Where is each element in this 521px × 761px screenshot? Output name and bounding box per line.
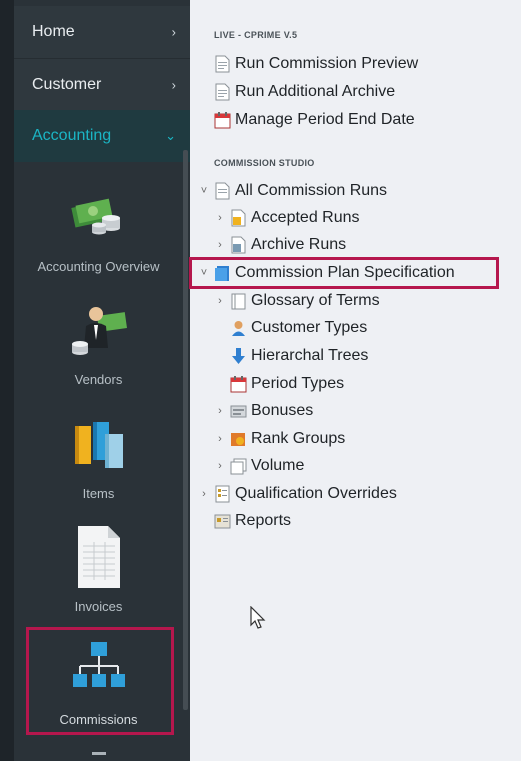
nav-customer[interactable]: Customer ›	[14, 58, 190, 110]
chevron-right-icon[interactable]: ›	[214, 405, 226, 417]
sidebar-item-label: Vendors	[74, 372, 123, 387]
sidebar-item-label: Accounting Overview	[37, 259, 160, 274]
book-icon	[230, 292, 247, 310]
chevron-down-icon: ⌄	[165, 128, 176, 143]
chevron-right-icon[interactable]: ›	[214, 239, 226, 251]
sidebar-item-vendors[interactable]: Vendors	[14, 300, 183, 395]
chevron-right-icon: ›	[171, 77, 176, 92]
studio-section-title: COMMISSION STUDIO	[214, 158, 315, 168]
document-icon	[214, 83, 231, 101]
tree-volume[interactable]: › Volume	[214, 454, 304, 478]
mouse-cursor-icon	[250, 605, 266, 635]
document-icon	[214, 182, 231, 200]
tree-bonuses[interactable]: › Bonuses	[214, 399, 313, 423]
tree-archive-runs[interactable]: › Archive Runs	[214, 233, 346, 257]
down-arrow-icon	[230, 347, 247, 365]
money-stack-icon	[69, 190, 129, 240]
chevron-right-icon: ›	[171, 24, 176, 40]
tree-label: Qualification Overrides	[235, 485, 397, 502]
document-icon	[230, 236, 247, 254]
tree-qualification-overrides[interactable]: › Qualification Overrides	[198, 482, 397, 506]
tree-label: Glossary of Terms	[251, 292, 380, 309]
calendar-icon	[230, 375, 247, 393]
menu-label: Manage Period End Date	[235, 111, 415, 128]
chevron-right-icon[interactable]: ›	[214, 212, 226, 224]
tree-rank-groups[interactable]: › Rank Groups	[214, 427, 345, 451]
person-icon	[230, 319, 247, 337]
tree-label: All Commission Runs	[235, 182, 388, 199]
chevron-right-icon[interactable]: ›	[214, 433, 226, 445]
nav-accounting-label: Accounting	[32, 127, 112, 144]
chevron-down-icon[interactable]: ˅	[198, 185, 210, 197]
sidebar-item-label: Invoices	[74, 599, 123, 614]
menu-label: Run Additional Archive	[235, 83, 396, 100]
tree-reports[interactable]: Reports	[214, 509, 291, 533]
tree-customer-types[interactable]: Customer Types	[230, 316, 367, 340]
tree-glossary-of-terms[interactable]: › Glossary of Terms	[214, 289, 380, 313]
menu-run-additional-archive[interactable]: Run Additional Archive	[214, 80, 395, 104]
nav-customer-label: Customer	[32, 75, 102, 93]
document-icon	[230, 209, 247, 227]
tree-all-commission-runs[interactable]: ˅ All Commission Runs	[198, 179, 387, 203]
calendar-icon	[214, 111, 231, 129]
nav-accounting[interactable]: Accounting ⌄	[14, 110, 190, 162]
tree-label: Customer Types	[251, 319, 368, 336]
sidebar-item-label: Items	[82, 486, 115, 501]
tree-label: Bonuses	[251, 402, 314, 419]
tree-label: Accepted Runs	[251, 209, 360, 226]
menu-manage-period-end-date[interactable]: Manage Period End Date	[214, 108, 415, 132]
document-icon	[214, 55, 231, 73]
vendor-person-icon	[68, 300, 130, 362]
tree-accepted-runs[interactable]: › Accepted Runs	[214, 206, 360, 230]
sidebar-item-accounting-overview[interactable]: Accounting Overview	[14, 185, 183, 285]
tree-label: Volume	[251, 457, 305, 474]
menu-run-commission-preview[interactable]: Run Commission Preview	[214, 52, 418, 76]
commissions-highlight-box	[26, 627, 174, 735]
tree-hierarchal-trees[interactable]: Hierarchal Trees	[230, 344, 368, 368]
menu-label: Run Commission Preview	[235, 55, 419, 72]
bonus-icon	[230, 402, 247, 420]
invoice-document-icon	[74, 524, 124, 590]
checklist-icon	[214, 485, 231, 503]
chevron-right-icon[interactable]: ›	[214, 460, 226, 472]
items-boxes-icon	[69, 414, 129, 474]
tree-label: Reports	[235, 512, 292, 529]
tree-label: Rank Groups	[251, 430, 346, 447]
tree-period-types[interactable]: Period Types	[230, 372, 344, 396]
tree-label: Archive Runs	[251, 236, 347, 253]
nav-home-label: Home	[32, 23, 75, 40]
sidebar-scrollbar[interactable]	[183, 150, 188, 710]
tree-label: Period Types	[251, 375, 345, 392]
sidebar-edge	[0, 0, 14, 761]
sidebar-item-invoices[interactable]: Invoices	[14, 520, 183, 620]
more-items-icon	[92, 752, 106, 755]
volume-icon	[230, 457, 247, 475]
reports-icon	[214, 512, 231, 530]
sidebar-item-items[interactable]: Items	[14, 408, 183, 508]
tree-label: Hierarchal Trees	[251, 347, 369, 364]
chevron-right-icon[interactable]: ›	[214, 295, 226, 307]
chevron-right-icon[interactable]: ›	[198, 488, 210, 500]
live-section-title: LIVE - CPRIME V.5	[214, 30, 298, 40]
nav-home[interactable]: Home ›	[14, 6, 190, 58]
plan-highlight-box	[189, 257, 499, 289]
rank-icon	[230, 430, 247, 448]
